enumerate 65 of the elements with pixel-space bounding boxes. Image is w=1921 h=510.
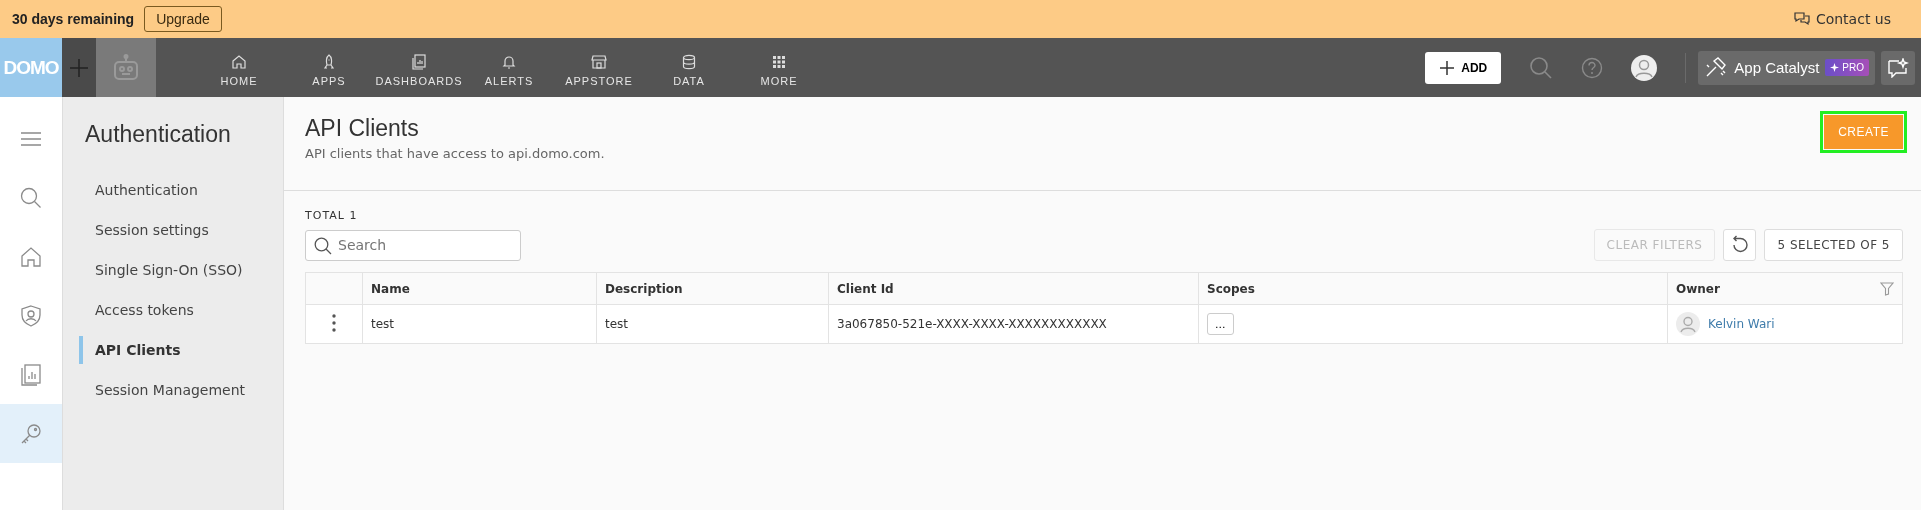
table-cell: test: [596, 304, 829, 344]
reset-button[interactable]: [1723, 229, 1757, 261]
avatar-icon[interactable]: [1631, 54, 1658, 81]
sparkle-icon: [1830, 63, 1840, 72]
avatar-icon: [1676, 312, 1700, 336]
owner-link[interactable]: Kelvin Wari: [1708, 317, 1775, 331]
nav-item[interactable]: APPS: [284, 48, 374, 87]
sidebar-item[interactable]: Authentication: [79, 170, 283, 210]
search-icon: [20, 186, 42, 209]
trial-text: 30 days remaining: [12, 11, 135, 27]
search-icon: [314, 236, 332, 255]
search-icon[interactable]: [1529, 55, 1554, 80]
shield-icon: [20, 304, 42, 327]
table-cell: 3a067850-521e-XXXX-XXXX-XXXXXXXXXXXX: [828, 304, 1199, 344]
plus-icon: [69, 57, 89, 78]
filter-icon[interactable]: [1880, 281, 1894, 296]
column-header: Scopes: [1198, 272, 1668, 305]
nav-item[interactable]: APPSTORE: [554, 48, 644, 87]
column-header: Client Id: [828, 272, 1199, 305]
bell-icon: [501, 54, 517, 70]
rail-item[interactable]: [0, 404, 62, 463]
total-count: TOTAL 1: [305, 209, 359, 222]
chat-sparkle-icon: [1887, 57, 1909, 78]
pro-badge: PRO: [1825, 59, 1869, 76]
home-icon: [20, 245, 42, 268]
upgrade-button[interactable]: Upgrade: [144, 6, 222, 32]
add-button[interactable]: ADD: [1425, 51, 1502, 84]
sidebar-item[interactable]: API Clients: [79, 336, 283, 364]
page-title: API Clients: [305, 115, 420, 142]
key-icon: [20, 422, 42, 445]
column-header: Owner: [1667, 272, 1903, 305]
robot-icon: [113, 53, 139, 82]
table-cell: test: [362, 304, 597, 344]
rocket-icon: [321, 54, 337, 70]
help-icon[interactable]: [1581, 56, 1604, 79]
ai-chat-button[interactable]: [1881, 50, 1915, 85]
scopes-button[interactable]: ...: [1207, 313, 1234, 335]
chat-icon: [1793, 12, 1810, 26]
column-header: Name: [362, 272, 597, 305]
sidebar-item[interactable]: Session settings: [79, 210, 283, 250]
nav-item[interactable]: DATA: [644, 48, 734, 87]
more-options-icon[interactable]: [332, 313, 336, 332]
contact-link[interactable]: Contact us: [1793, 11, 1891, 27]
home-icon: [231, 54, 247, 70]
nav-item[interactable]: ALERTS: [464, 48, 554, 87]
grid-icon: [771, 54, 787, 70]
dashboard-icon: [411, 54, 427, 70]
nav-item[interactable]: HOME: [194, 48, 284, 87]
store-icon: [591, 54, 607, 70]
sidebar-title: Authentication: [85, 121, 232, 148]
page-subtitle: API clients that have access to api.domo.com.: [305, 146, 605, 161]
selection-button[interactable]: 5 SELECTED OF 5: [1764, 229, 1903, 261]
nav-item[interactable]: DASHBOARDS: [374, 48, 464, 87]
column-header: Description: [596, 272, 829, 305]
sidebar-item[interactable]: Access tokens: [79, 290, 283, 330]
sidebar-item[interactable]: Session Management: [79, 370, 283, 410]
robot-button[interactable]: [96, 38, 156, 97]
app-catalyst-button[interactable]: App Catalyst PRO: [1698, 50, 1875, 85]
report-icon: [20, 363, 42, 386]
nav-item[interactable]: MORE: [734, 48, 824, 87]
sidebar-item[interactable]: Single Sign-On (SSO): [79, 250, 283, 290]
search-field[interactable]: Search: [305, 229, 521, 261]
plus-icon: [1439, 59, 1456, 76]
database-icon: [681, 54, 697, 70]
plus-button[interactable]: [62, 38, 96, 97]
